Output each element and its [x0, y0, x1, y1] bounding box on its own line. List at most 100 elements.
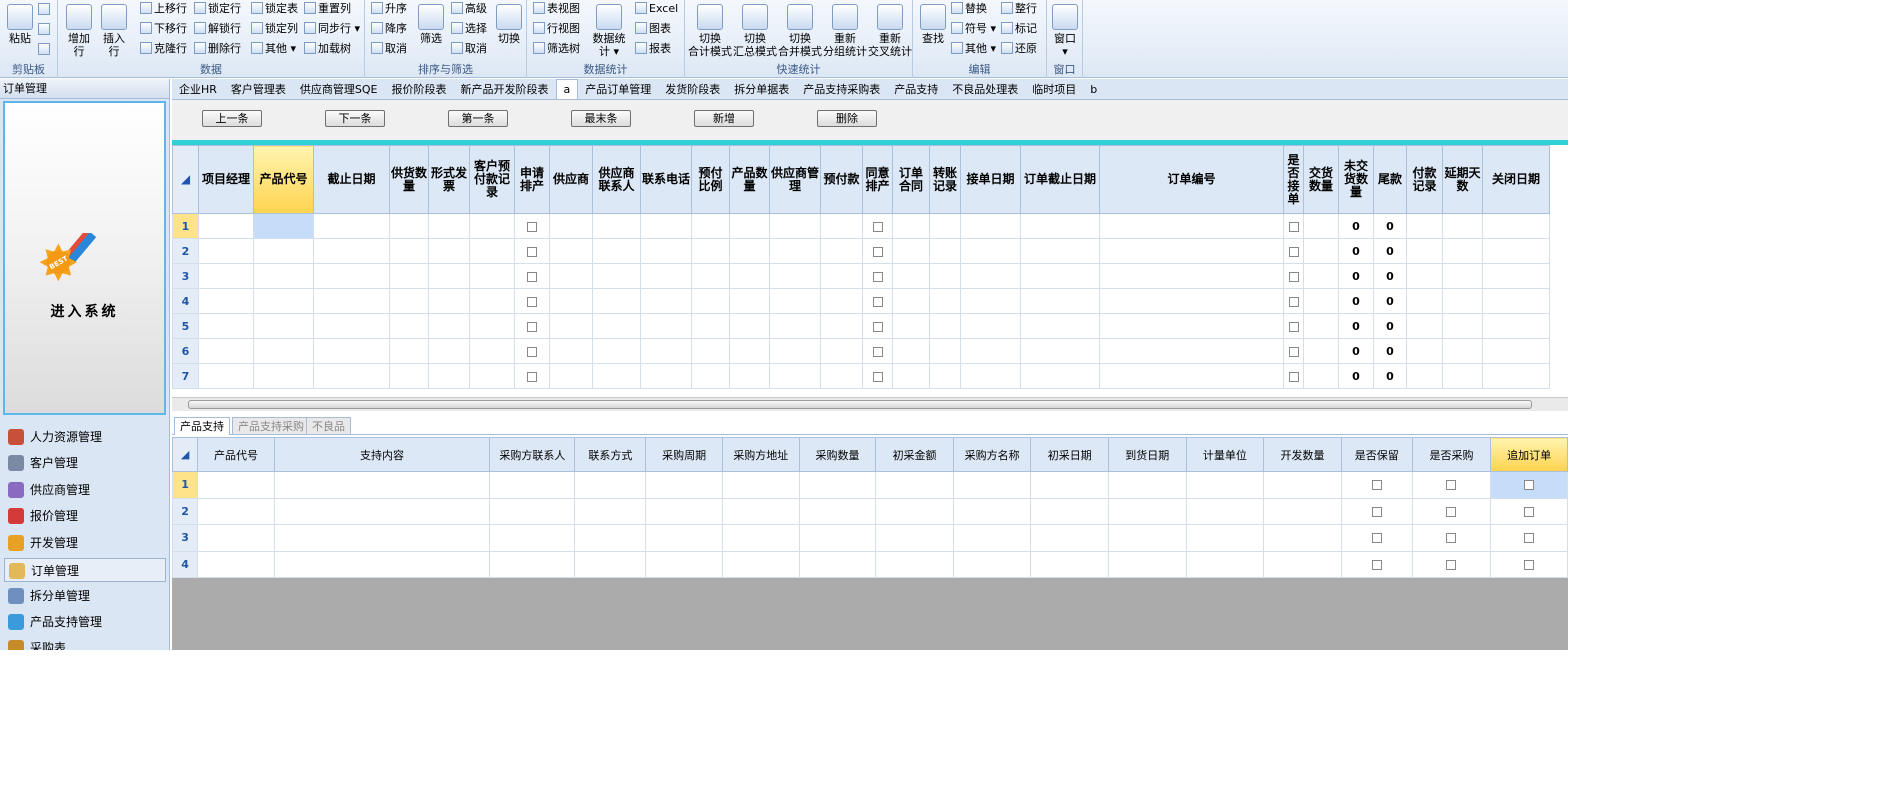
row-header[interactable]: 3 — [171, 524, 199, 552]
grid-cell[interactable] — [798, 471, 877, 499]
checkbox[interactable] — [1524, 480, 1535, 491]
grid-cell[interactable] — [640, 313, 692, 339]
number-cell[interactable]: 0 — [1338, 288, 1374, 314]
advanced-filter-button[interactable]: 高级 — [451, 1, 487, 17]
grid-cell[interactable] — [253, 313, 314, 339]
grid-cell[interactable] — [1442, 213, 1483, 239]
replace-button[interactable]: 替换 — [951, 1, 987, 17]
grid-cell[interactable] — [273, 497, 491, 525]
column-header[interactable]: 项目经理 — [198, 145, 254, 214]
doc-tab[interactable]: 供应商管理SQE — [293, 80, 385, 100]
number-cell[interactable]: 0 — [1373, 363, 1407, 389]
grid-cell[interactable] — [198, 338, 254, 364]
checkbox[interactable] — [872, 346, 883, 357]
checkbox-cell[interactable] — [1490, 497, 1568, 525]
grid-cell[interactable] — [1442, 363, 1483, 389]
checkbox[interactable] — [1288, 271, 1299, 282]
checkbox-cell[interactable] — [514, 313, 550, 339]
nav-item-hr[interactable]: 人力资源管理 — [4, 425, 166, 449]
grid-cell[interactable] — [1030, 524, 1110, 552]
column-header[interactable]: 到货日期 — [1108, 437, 1187, 472]
grid-cell[interactable] — [197, 550, 275, 578]
column-header[interactable]: 关闭日期 — [1482, 145, 1550, 214]
row-header[interactable]: 1 — [172, 213, 199, 239]
grid-cell[interactable] — [960, 313, 1021, 339]
number-cell[interactable]: 0 — [1373, 338, 1407, 364]
grid-cell[interactable] — [1020, 238, 1100, 264]
grid-cell[interactable] — [640, 363, 692, 389]
checkbox-cell[interactable] — [1411, 550, 1492, 578]
load-tree-button[interactable]: 加载树 — [304, 41, 351, 57]
grid-cell[interactable] — [960, 263, 1021, 289]
grid-cell[interactable] — [1099, 363, 1284, 389]
checkbox-cell[interactable] — [862, 213, 893, 239]
grid-cell[interactable] — [769, 263, 821, 289]
grid-cell[interactable] — [929, 288, 961, 314]
grid-cell[interactable] — [960, 213, 1021, 239]
grid-cell[interactable] — [691, 263, 730, 289]
checkbox[interactable] — [1288, 246, 1299, 257]
grid-cell[interactable] — [1185, 550, 1265, 578]
checkbox[interactable] — [872, 271, 883, 282]
grid-cell[interactable] — [253, 363, 314, 389]
column-header[interactable]: 交货数量 — [1303, 145, 1339, 214]
edit-other-dropdown[interactable]: 其他 ▾ — [951, 41, 996, 57]
grid-cell[interactable] — [253, 238, 314, 264]
doc-tab[interactable]: 产品支持采购表 — [796, 80, 887, 100]
checkbox[interactable] — [872, 221, 883, 232]
row-header[interactable]: 1 — [171, 471, 199, 499]
grid-cell[interactable] — [820, 213, 863, 239]
clone-row-button[interactable]: 克隆行 — [140, 41, 187, 57]
grid-cell[interactable] — [691, 338, 730, 364]
doc-tab[interactable]: 新产品开发阶段表 — [454, 80, 556, 100]
grid-cell[interactable] — [820, 313, 863, 339]
grid-cell[interactable] — [469, 263, 515, 289]
corner-cell[interactable]: ◢ — [171, 437, 199, 472]
checkbox-cell[interactable] — [514, 338, 550, 364]
grid-cell[interactable] — [691, 213, 730, 239]
grid-cell[interactable] — [729, 313, 770, 339]
checkbox[interactable] — [1524, 533, 1535, 544]
grid-cell[interactable] — [469, 313, 515, 339]
column-header[interactable]: 是否接单 — [1283, 145, 1304, 214]
column-header[interactable]: 采购数量 — [798, 437, 877, 472]
grid-cell[interactable] — [1020, 363, 1100, 389]
grid-cell[interactable] — [769, 313, 821, 339]
checkbox-cell[interactable] — [1490, 524, 1568, 552]
checkbox-cell[interactable] — [1490, 550, 1568, 578]
corner-cell[interactable]: ◢ — [172, 145, 199, 214]
column-header[interactable]: 转账记录 — [929, 145, 961, 214]
checkbox-cell[interactable] — [514, 263, 550, 289]
grid-cell[interactable] — [960, 238, 1021, 264]
column-header[interactable]: 预付款 — [820, 145, 863, 214]
column-header[interactable]: 追加订单 — [1490, 437, 1568, 472]
lock-table-button[interactable]: 锁定表 — [251, 1, 298, 17]
grid-cell[interactable] — [960, 363, 1021, 389]
row-header[interactable]: 7 — [172, 363, 199, 389]
checkbox[interactable] — [527, 271, 537, 282]
grid-cell[interactable] — [1030, 471, 1110, 499]
grid-cell[interactable] — [640, 288, 692, 314]
column-header[interactable]: 采购方地址 — [722, 437, 800, 472]
restore-button[interactable]: 还原 — [1001, 41, 1037, 57]
checkbox[interactable] — [1371, 506, 1382, 517]
grid-cell[interactable] — [592, 338, 641, 364]
grid-cell[interactable] — [313, 338, 390, 364]
grid-cell[interactable] — [428, 263, 470, 289]
grid-cell[interactable] — [769, 213, 821, 239]
grid-cell[interactable] — [952, 497, 1032, 525]
checkbox-cell[interactable] — [862, 263, 893, 289]
grid-cell[interactable] — [1099, 238, 1284, 264]
column-header[interactable]: 采购周期 — [645, 437, 723, 472]
grid-cell[interactable] — [198, 288, 254, 314]
grid-cell[interactable] — [549, 313, 593, 339]
number-cell[interactable]: 0 — [1338, 313, 1374, 339]
checkbox-cell[interactable] — [1283, 313, 1304, 339]
grid-cell[interactable] — [1030, 550, 1110, 578]
checkbox-cell[interactable] — [514, 238, 550, 264]
column-header[interactable]: 联系方式 — [574, 437, 647, 472]
number-cell[interactable]: 0 — [1338, 263, 1374, 289]
grid-cell[interactable] — [1303, 238, 1339, 264]
checkbox-cell[interactable] — [1411, 497, 1492, 525]
checkbox-cell[interactable] — [1340, 550, 1413, 578]
